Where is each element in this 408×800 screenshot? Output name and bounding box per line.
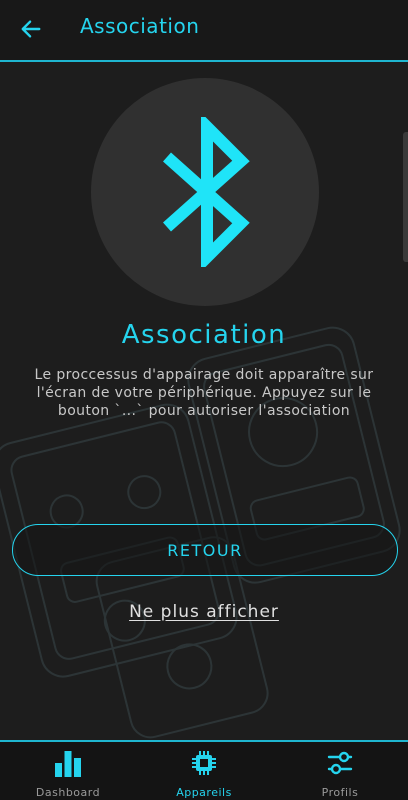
top-app-bar: Association	[0, 0, 408, 60]
bluetooth-icon	[163, 117, 250, 267]
back-button[interactable]	[16, 14, 46, 44]
association-screen: Association Association Le proccessus d'…	[0, 0, 408, 800]
bottom-navigation: Dashboard Appareils Profils	[0, 740, 408, 800]
retour-button-label: RETOUR	[167, 540, 243, 560]
retour-button[interactable]: RETOUR	[12, 524, 398, 576]
nav-label-appareils: Appareils	[176, 786, 232, 799]
nav-label-profils: Profils	[321, 786, 359, 799]
nav-label-dashboard: Dashboard	[35, 786, 101, 799]
arrow-left-icon	[21, 20, 41, 38]
app-bar-title: Association	[80, 14, 200, 38]
pairing-description: Le proccessus d'appairage doit apparaîtr…	[34, 367, 374, 419]
bar-chart-icon	[55, 751, 81, 777]
association-heading: Association	[121, 320, 287, 350]
app-bar-divider	[0, 60, 408, 62]
nav-item-appareils[interactable]: Appareils	[136, 742, 272, 800]
bluetooth-circle	[91, 78, 319, 306]
nav-item-dashboard[interactable]: Dashboard	[0, 742, 136, 800]
sliders-icon	[327, 751, 353, 775]
nav-item-profils[interactable]: Profils	[272, 742, 408, 800]
chip-icon	[192, 751, 216, 775]
do-not-show-again-link[interactable]: Ne plus afficher	[0, 602, 408, 622]
edge-scroll-hint	[403, 132, 408, 262]
